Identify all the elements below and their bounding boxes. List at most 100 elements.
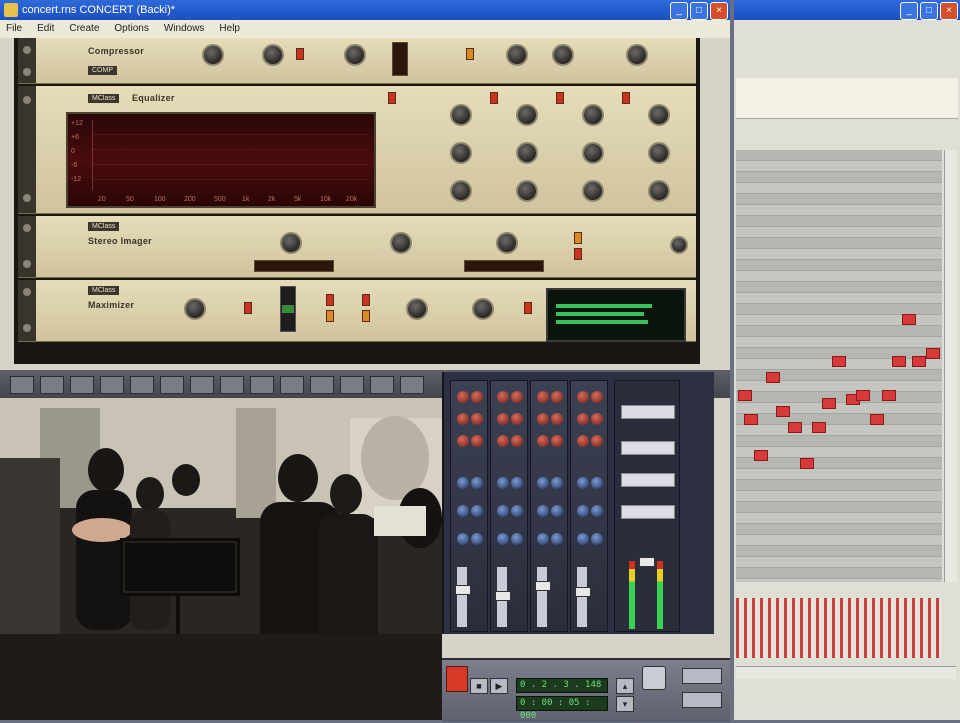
eq-q-knob[interactable] [516, 180, 538, 202]
maximizer-knob[interactable] [406, 298, 428, 320]
play-button[interactable]: ▶ [490, 678, 508, 694]
midi-note[interactable] [788, 422, 802, 433]
mixer-knob[interactable] [591, 505, 603, 517]
master-send[interactable] [621, 405, 675, 419]
rack-tab[interactable] [250, 376, 274, 394]
imager-knob[interactable] [496, 232, 518, 254]
mixer-knob[interactable] [471, 505, 483, 517]
mixer-knob[interactable] [551, 533, 563, 545]
mixer-knob[interactable] [457, 435, 469, 447]
maximize-button[interactable]: □ [920, 2, 938, 20]
rack-tab[interactable] [10, 376, 34, 394]
mixer-knob[interactable] [511, 391, 523, 403]
maximizer-knob[interactable] [184, 298, 206, 320]
mixer-knob[interactable] [591, 533, 603, 545]
rack-tab[interactable] [190, 376, 214, 394]
imager-knob[interactable] [280, 232, 302, 254]
mixer-knob[interactable] [577, 391, 589, 403]
eq-q-knob[interactable] [582, 180, 604, 202]
mixer-knob[interactable] [511, 505, 523, 517]
mixer-knob[interactable] [577, 533, 589, 545]
close-button[interactable]: × [710, 2, 728, 20]
midi-note[interactable] [912, 356, 926, 367]
close-button[interactable]: × [940, 2, 958, 20]
midi-note[interactable] [822, 398, 836, 409]
mixer-knob[interactable] [471, 413, 483, 425]
rack-tab[interactable] [70, 376, 94, 394]
rack-tab[interactable] [370, 376, 394, 394]
eq-gain-knob[interactable] [516, 142, 538, 164]
rack-tab[interactable] [220, 376, 244, 394]
record-button[interactable] [446, 666, 468, 692]
mixer-knob[interactable] [551, 435, 563, 447]
mixer-knob[interactable] [591, 391, 603, 403]
channel-fader[interactable] [577, 567, 587, 627]
mixer-knob[interactable] [551, 391, 563, 403]
mixer-knob[interactable] [457, 533, 469, 545]
mixer-knob[interactable] [497, 435, 509, 447]
menu-edit[interactable]: Edit [31, 20, 63, 38]
eq-freq-knob[interactable] [648, 104, 670, 126]
channel-fader[interactable] [537, 567, 547, 627]
mixer-knob[interactable] [471, 533, 483, 545]
sync-button[interactable] [682, 692, 722, 708]
mixer-knob[interactable] [551, 413, 563, 425]
compressor-knob[interactable] [626, 44, 648, 66]
mixer-knob[interactable] [537, 391, 549, 403]
piano-roll[interactable] [736, 150, 942, 582]
rack-tab[interactable] [130, 376, 154, 394]
master-send[interactable] [621, 505, 675, 519]
rack-tab[interactable] [400, 376, 424, 394]
rack-tab[interactable] [310, 376, 334, 394]
mixer-knob[interactable] [551, 505, 563, 517]
rack-tab[interactable] [280, 376, 304, 394]
mixer-knob[interactable] [511, 533, 523, 545]
fader-thumb[interactable] [575, 587, 591, 597]
channel-fader[interactable] [457, 567, 467, 627]
band-enable-led[interactable] [388, 92, 396, 104]
rack-tab[interactable] [160, 376, 184, 394]
mixer-knob[interactable] [577, 477, 589, 489]
mixer-knob[interactable] [457, 505, 469, 517]
eq-freq-knob[interactable] [582, 104, 604, 126]
compressor-knob[interactable] [344, 44, 366, 66]
sequencer-title-bar[interactable]: _ □ × [734, 0, 960, 20]
midi-note[interactable] [800, 458, 814, 469]
compressor-knob[interactable] [202, 44, 224, 66]
midi-note[interactable] [902, 314, 916, 325]
imager-knob[interactable] [670, 236, 688, 254]
midi-note[interactable] [744, 414, 758, 425]
menu-help[interactable]: Help [213, 20, 249, 38]
imager-knob[interactable] [390, 232, 412, 254]
menu-file[interactable]: File [0, 20, 31, 38]
rack-tab[interactable] [340, 376, 364, 394]
midi-note[interactable] [856, 390, 870, 401]
midi-note[interactable] [766, 372, 780, 383]
eq-gain-knob[interactable] [648, 142, 670, 164]
stepper-button[interactable]: ▴ [616, 678, 634, 694]
timeline-ruler[interactable] [736, 78, 958, 119]
fader-thumb[interactable] [495, 591, 511, 601]
eq-gain-knob[interactable] [450, 142, 472, 164]
stop-button[interactable]: ■ [470, 678, 488, 694]
mixer-knob[interactable] [537, 477, 549, 489]
rack-tab[interactable] [40, 376, 64, 394]
compressor-knob[interactable] [262, 44, 284, 66]
stepper-button[interactable]: ▾ [616, 696, 634, 712]
midi-note[interactable] [832, 356, 846, 367]
title-bar[interactable]: concert.rns CONCERT (Backi)* _ □ × [0, 0, 730, 20]
mixer-knob[interactable] [497, 413, 509, 425]
mixer-knob[interactable] [471, 391, 483, 403]
mixer-knob[interactable] [457, 477, 469, 489]
horizontal-scrollbar[interactable] [736, 666, 956, 679]
band-enable-led[interactable] [622, 92, 630, 104]
maximize-button[interactable]: □ [690, 2, 708, 20]
fader-thumb[interactable] [535, 581, 551, 591]
midi-note[interactable] [812, 422, 826, 433]
compressor-knob[interactable] [506, 44, 528, 66]
mixer-knob[interactable] [537, 413, 549, 425]
mixer-knob[interactable] [537, 533, 549, 545]
mixer-knob[interactable] [551, 477, 563, 489]
eq-q-knob[interactable] [450, 180, 472, 202]
velocity-lane[interactable] [736, 598, 942, 658]
